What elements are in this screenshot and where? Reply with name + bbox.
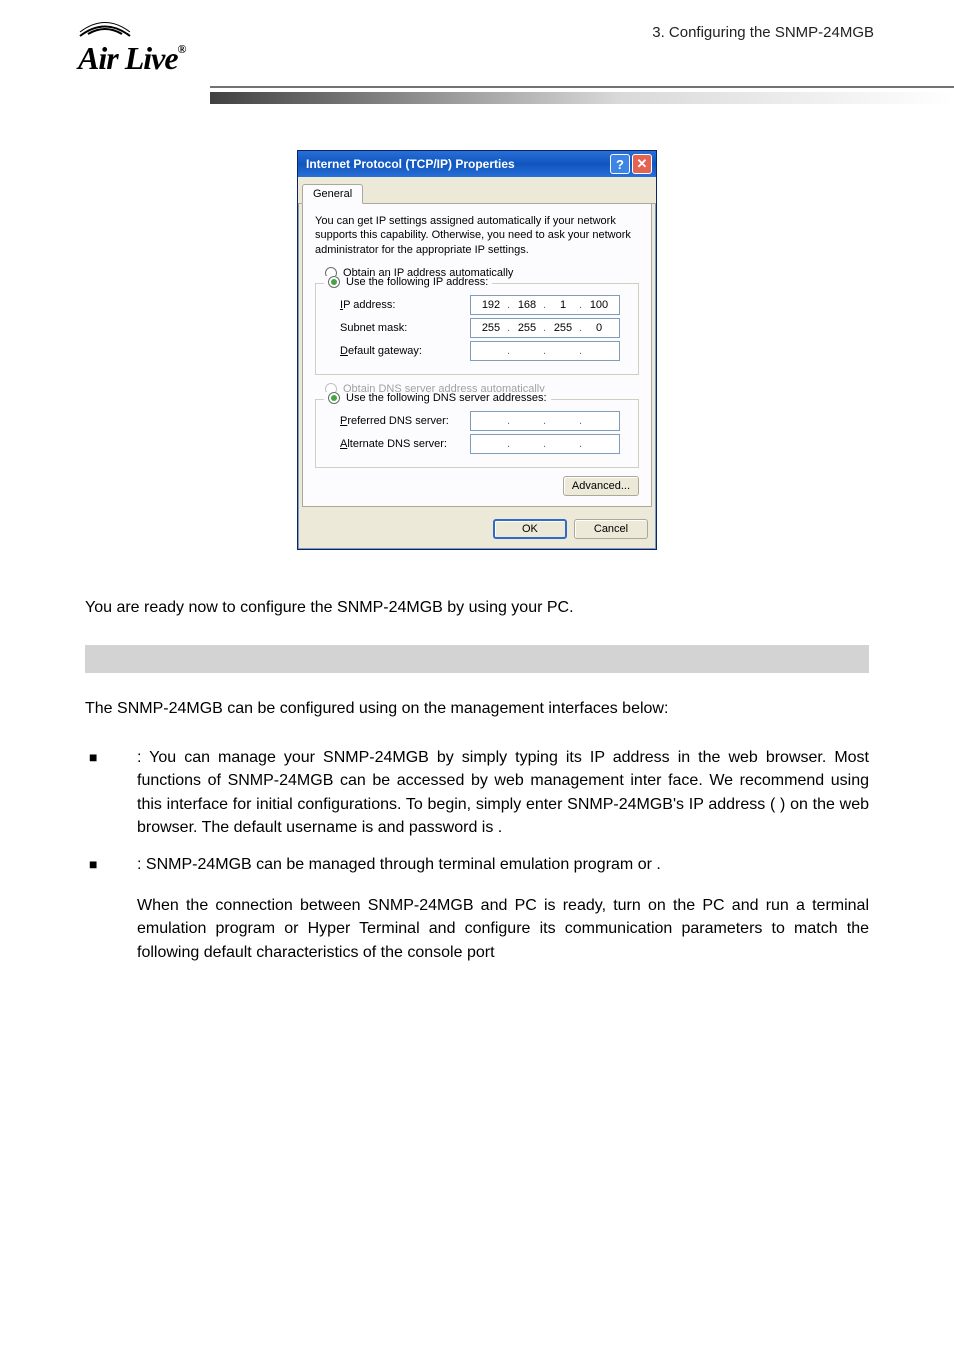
help-button[interactable]: ? [610, 154, 630, 174]
section-band [85, 645, 869, 673]
radio-icon [328, 392, 340, 404]
dns-group: Use the following DNS server addresses: … [315, 399, 639, 468]
bullet-item-console: ■ : SNMP-24MGB can be managed through te… [85, 853, 869, 964]
ok-button[interactable]: OK [493, 519, 567, 539]
bullet2-line2: When the connection between SNMP-24MGB a… [137, 894, 869, 964]
dialog-description: You can get IP settings assigned automat… [315, 214, 639, 257]
bullet-body: : You can manage your SNMP-24MGB by simp… [137, 746, 869, 839]
gateway-input[interactable]: . . . [470, 341, 620, 361]
radio-use-ip[interactable]: Use the following IP address: [324, 276, 492, 288]
subnet-mask-input[interactable]: 255. 255. 255. 0 [470, 318, 620, 338]
advanced-button[interactable]: Advanced... [563, 476, 639, 496]
subnet-mask-label: Subnet mask: [340, 322, 470, 334]
bullet2-line1: : SNMP-24MGB can be managed through term… [137, 853, 869, 876]
tab-body: You can get IP settings assigned automat… [302, 204, 652, 507]
bullet-item-web: ■ : You can manage your SNMP-24MGB by si… [85, 746, 869, 839]
logo-text: Air Live® [78, 40, 186, 77]
gateway-label: Default gateway: [340, 345, 470, 357]
intro-text: The SNMP-24MGB can be configured using o… [85, 697, 869, 720]
radio-icon [328, 276, 340, 288]
dialog-titlebar: Internet Protocol (TCP/IP) Properties ? … [298, 151, 656, 177]
tcpip-dialog: Internet Protocol (TCP/IP) Properties ? … [297, 150, 657, 550]
header-separator [210, 86, 954, 104]
logo: Air Live® [78, 18, 186, 77]
ip-group: Use the following IP address: IP address… [315, 283, 639, 375]
ready-text: You are ready now to configure the SNMP-… [85, 596, 869, 619]
close-button[interactable]: ✕ [632, 154, 652, 174]
ip-address-input[interactable]: 192. 168. 1. 100 [470, 295, 620, 315]
page-content: You are ready now to configure the SNMP-… [0, 550, 954, 964]
square-bullet-icon: ■ [89, 749, 97, 765]
tab-strip: General [298, 177, 656, 204]
dialog-title: Internet Protocol (TCP/IP) Properties [306, 157, 608, 171]
alternate-dns-label: Alternate DNS server: [340, 438, 470, 450]
radio-use-dns[interactable]: Use the following DNS server addresses: [324, 392, 551, 404]
page-section-label: 3. Configuring the SNMP-24MGB [652, 24, 874, 41]
alternate-dns-input[interactable]: . . . [470, 434, 620, 454]
logo-swoosh-icon [78, 18, 138, 40]
ip-address-label: IP address: [340, 299, 470, 311]
preferred-dns-label: Preferred DNS server: [340, 415, 470, 427]
square-bullet-icon: ■ [89, 856, 97, 872]
tab-general[interactable]: General [302, 184, 363, 204]
cancel-button[interactable]: Cancel [574, 519, 648, 539]
preferred-dns-input[interactable]: . . . [470, 411, 620, 431]
